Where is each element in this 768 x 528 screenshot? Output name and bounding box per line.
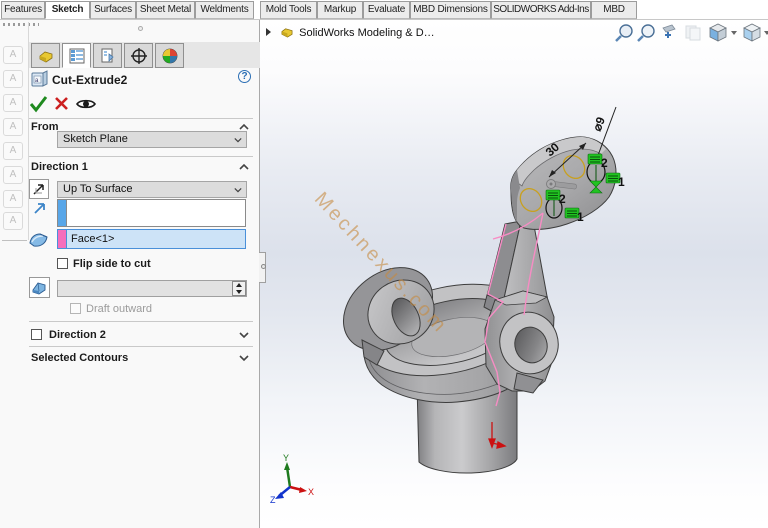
svg-text:1: 1 [618,175,625,189]
svg-text:⌀9: ⌀9 [590,115,608,133]
svg-text:2: 2 [559,192,566,206]
svg-text:Z: Z [270,495,276,505]
svg-text:X: X [308,487,314,497]
svg-text:Y: Y [283,453,289,463]
svg-text:1: 1 [577,210,584,224]
svg-text:2: 2 [601,156,608,170]
